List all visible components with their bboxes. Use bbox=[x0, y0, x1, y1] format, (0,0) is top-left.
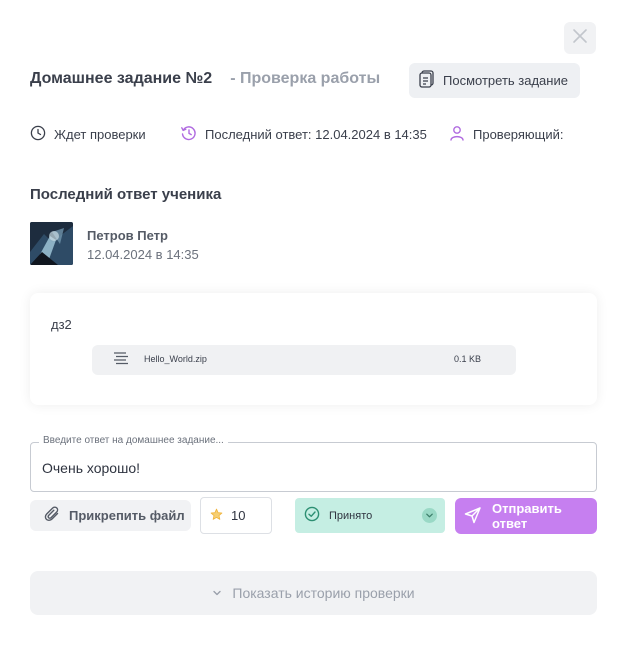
answer-text: дз2 bbox=[51, 317, 72, 332]
status-last-answer: Последний ответ: 12.04.2024 в 14:35 bbox=[180, 125, 427, 144]
score-value: 10 bbox=[231, 508, 246, 523]
score-input[interactable]: 10 bbox=[200, 497, 272, 534]
paperclip-icon bbox=[44, 506, 60, 525]
send-icon bbox=[464, 506, 482, 527]
send-answer-button[interactable]: Отправить ответ bbox=[455, 498, 597, 534]
reply-input-value[interactable]: Очень хорошо! bbox=[42, 460, 140, 476]
status-row: Ждет проверки Последний ответ: 12.04.202… bbox=[30, 125, 590, 145]
check-circle-icon bbox=[304, 506, 320, 525]
attached-file[interactable]: Hello_World.zip 0.1 KB bbox=[92, 345, 516, 375]
review-status-value: Принято bbox=[329, 509, 373, 522]
reply-input[interactable]: Введите ответ на домашнее задание... Оче… bbox=[30, 435, 597, 492]
attach-file-label: Прикрепить файл bbox=[69, 508, 185, 523]
history-icon bbox=[180, 125, 197, 144]
document-icon bbox=[419, 70, 435, 91]
close-icon bbox=[572, 28, 588, 49]
view-task-button[interactable]: Посмотреть задание bbox=[409, 63, 580, 98]
reviewer-label: Проверяющий: bbox=[473, 127, 564, 142]
last-answer-label: Последний ответ: 12.04.2024 в 14:35 bbox=[205, 127, 427, 142]
review-status-select[interactable]: Принято bbox=[295, 498, 445, 533]
reply-input-label: Введите ответ на домашнее задание... bbox=[39, 435, 228, 446]
file-size: 0.1 KB bbox=[454, 354, 482, 364]
page-subtitle: - Проверка работы bbox=[230, 70, 381, 87]
status-state-label: Ждет проверки bbox=[54, 127, 146, 142]
chevron-down-icon bbox=[422, 508, 437, 523]
homework-review-modal: Домашнее задание №2 - Проверка работы По… bbox=[0, 0, 626, 650]
student-name: Петров Петр bbox=[87, 228, 168, 243]
star-icon bbox=[210, 508, 223, 524]
show-history-button[interactable]: Показать историю проверки bbox=[30, 571, 597, 615]
answer-timestamp: 12.04.2024 в 14:35 bbox=[87, 247, 199, 262]
close-button[interactable] bbox=[564, 22, 596, 54]
file-lines-icon bbox=[112, 351, 130, 372]
view-task-label: Посмотреть задание bbox=[443, 73, 568, 88]
user-icon bbox=[449, 125, 465, 144]
clock-icon bbox=[30, 125, 46, 144]
answer-card: дз2 Hello_World.zip 0.1 KB bbox=[30, 293, 597, 405]
section-title: Последний ответ ученика bbox=[30, 186, 222, 203]
title-row: Домашнее задание №2 - Проверка работы bbox=[30, 70, 380, 88]
avatar bbox=[30, 222, 73, 265]
file-name: Hello_World.zip bbox=[144, 354, 207, 364]
show-history-label: Показать историю проверки bbox=[232, 585, 415, 601]
status-state: Ждет проверки bbox=[30, 125, 146, 144]
status-reviewer: Проверяющий: bbox=[449, 125, 564, 144]
send-answer-label: Отправить ответ bbox=[492, 501, 562, 531]
attach-file-button[interactable]: Прикрепить файл bbox=[30, 500, 191, 531]
page-title: Домашнее задание №2 bbox=[30, 70, 213, 87]
chevron-down-icon bbox=[212, 585, 222, 601]
